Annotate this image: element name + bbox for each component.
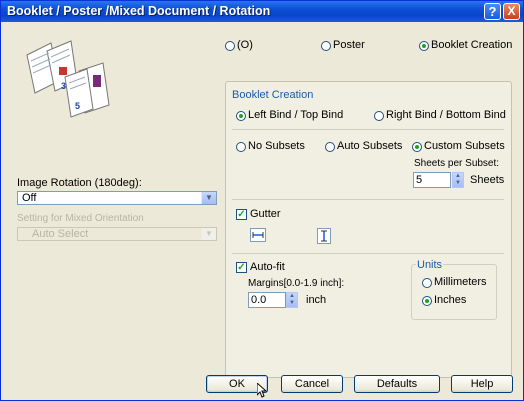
mixed-orientation-select: Auto Select ▼ [17, 227, 217, 241]
radio-no-subsets[interactable] [236, 142, 246, 152]
radio-no-subsets-label: No Subsets [248, 140, 305, 152]
page-stack-icon [26, 40, 110, 118]
booklet-preview-image: 3 5 [26, 40, 110, 118]
radio-right-bind-label: Right Bind / Bottom Bind [386, 109, 506, 121]
radio-millimeters[interactable] [422, 278, 432, 288]
radio-millimeters-label: Millimeters [434, 276, 487, 288]
preview-page-number-3: 3 [61, 81, 66, 91]
margins-input[interactable]: 0.0 [248, 292, 286, 308]
radio-auto-subsets[interactable] [325, 142, 335, 152]
mixed-orientation-value: Auto Select [32, 228, 89, 240]
autofit-label: Auto-fit [250, 261, 285, 273]
radio-booklet-creation[interactable] [419, 41, 429, 51]
horizontal-gutter-button[interactable] [250, 228, 266, 242]
sheets-per-subset-value: 5 [416, 174, 423, 186]
preview-page-number-5: 5 [75, 101, 80, 111]
autofit-checkbox[interactable]: ✓ [236, 262, 247, 273]
radio-left-bind[interactable] [236, 111, 246, 121]
divider [232, 253, 504, 254]
cancel-button[interactable]: Cancel [281, 375, 343, 393]
chevron-down-icon[interactable]: ▼ [201, 192, 216, 204]
help-title-button[interactable]: ? [484, 3, 501, 20]
divider [232, 199, 504, 200]
sheets-spinner[interactable]: ▲ ▼ [452, 172, 464, 188]
mouse-cursor-icon [257, 383, 267, 398]
margins-spinner[interactable]: ▲ ▼ [286, 292, 298, 308]
booklet-group-label: Booklet Creation [232, 89, 314, 101]
radio-poster-label: Poster [333, 39, 365, 51]
horizontal-gutter-icon [252, 232, 264, 238]
radio-poster[interactable] [321, 41, 331, 51]
help-button[interactable]: Help [451, 375, 513, 393]
radio-booklet-creation-label: Booklet Creation [431, 39, 513, 51]
image-rotation-value: Off [22, 192, 37, 204]
radio-off[interactable] [225, 41, 235, 51]
units-group [411, 264, 497, 320]
booklet-settings-panel: Booklet Creation Left Bind / Top Bind Ri… [225, 81, 512, 378]
sheets-unit-label: Sheets [470, 174, 505, 186]
dialog-window: Booklet / Poster /Mixed Document / Rotat… [0, 0, 524, 401]
radio-inches-label: Inches [434, 294, 467, 306]
radio-auto-subsets-label: Auto Subsets [337, 140, 403, 152]
gutter-label: Gutter [250, 208, 281, 220]
image-rotation-label: Image Rotation (180deg): [17, 177, 142, 189]
radio-right-bind[interactable] [374, 111, 384, 121]
gutter-checkbox[interactable]: ✓ [236, 209, 247, 220]
radio-inches[interactable] [422, 296, 432, 306]
defaults-button[interactable]: Defaults [354, 375, 440, 393]
mixed-orientation-label: Setting for Mixed Orientation [17, 213, 144, 224]
vertical-gutter-icon [321, 230, 327, 242]
units-group-label: Units [416, 259, 444, 271]
margins-value: 0.0 [251, 294, 267, 306]
image-rotation-select[interactable]: Off ▼ [17, 191, 217, 205]
window-title: Booklet / Poster /Mixed Document / Rotat… [7, 4, 271, 18]
sheets-per-subset-label: Sheets per Subset: [414, 158, 500, 169]
radio-off-label: (O) [237, 39, 253, 51]
radio-custom-subsets[interactable] [412, 142, 422, 152]
margins-label: Margins[0.0-1.9 inch]: [248, 278, 345, 289]
margins-unit-label: inch [306, 294, 327, 306]
radio-custom-subsets-label: Custom Subsets [424, 140, 505, 152]
sheets-per-subset-input[interactable]: 5 [413, 172, 451, 188]
title-bar[interactable]: Booklet / Poster /Mixed Document / Rotat… [1, 1, 523, 22]
chevron-down-icon: ▼ [201, 228, 216, 240]
vertical-gutter-button[interactable] [317, 228, 331, 244]
radio-left-bind-label: Left Bind / Top Bind [248, 109, 344, 121]
close-button[interactable]: X [503, 3, 520, 20]
divider [232, 129, 504, 130]
